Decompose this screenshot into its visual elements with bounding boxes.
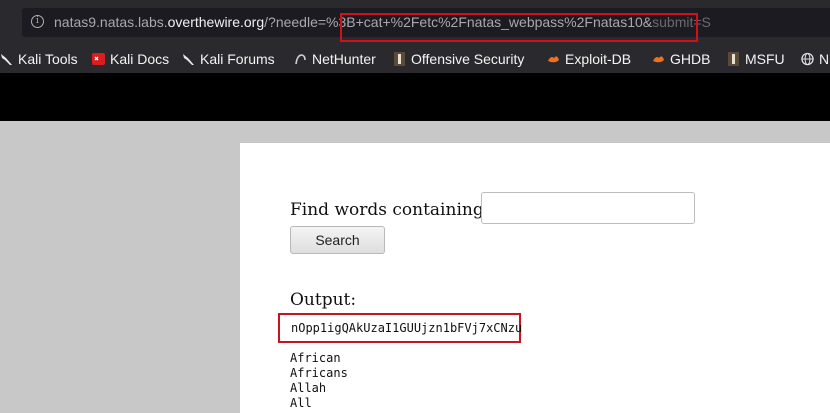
page-header-band: [0, 73, 830, 121]
bookmark-label: Offensive Security: [411, 51, 525, 67]
globe-icon: [801, 52, 814, 66]
bookmark-label: Kali Docs: [110, 51, 170, 67]
bookmark-label: MSFU: [745, 51, 785, 67]
output-word-list: African Africans Allah All: [290, 351, 348, 411]
bookmark-label: Exploit-DB: [565, 51, 632, 67]
bookmark-msfu[interactable]: MSFU: [727, 50, 785, 68]
bookmark-label: N: [819, 51, 830, 67]
kali-docs-icon: [92, 53, 105, 65]
bookmark-kali-docs[interactable]: Kali Docs: [92, 50, 169, 68]
bookmark-ghdb[interactable]: GHDB: [652, 50, 710, 68]
search-button[interactable]: Search: [290, 226, 385, 254]
url-host-prefix: natas9.natas.labs.: [54, 14, 168, 30]
bookmark-kali-forums[interactable]: Kali Forums: [182, 50, 275, 68]
exploitdb-icon: [548, 56, 559, 63]
bookmark-label: NetHunter: [312, 51, 376, 67]
list-item: Allah: [290, 381, 327, 395]
output-password: nOpp1igQAkUzaI1GUUjzn1bFVj7xCNzu: [291, 321, 523, 335]
msfu-icon: [728, 52, 739, 66]
list-item: African: [290, 351, 341, 365]
find-words-label: Find words containing:: [290, 200, 490, 220]
ghdb-icon: [653, 56, 664, 63]
bookmark-label: GHDB: [670, 51, 711, 67]
browser-toolbar: i natas9.natas.labs.overthewire.org/?nee…: [0, 0, 830, 43]
kali-dragon-icon: [1, 54, 12, 65]
output-label: Output:: [290, 290, 357, 310]
info-icon[interactable]: i: [31, 15, 44, 28]
list-item: Africans: [290, 366, 348, 380]
url-path: /?needle=: [264, 14, 327, 30]
offsec-icon: [394, 52, 405, 66]
bookmark-offensive-security[interactable]: Offensive Security: [393, 50, 524, 68]
needle-input[interactable]: [481, 192, 695, 224]
bookmark-label: Kali Forums: [200, 51, 275, 67]
bookmark-label: Kali Tools: [18, 51, 78, 67]
list-item: All: [290, 396, 312, 410]
bookmark-kali-tools[interactable]: Kali Tools: [0, 50, 78, 68]
nethunter-icon: [295, 54, 306, 65]
url-highlight-box: [340, 13, 698, 42]
kali-dragon-icon: [183, 54, 194, 65]
bookmark-next[interactable]: N: [801, 50, 829, 68]
bookmark-exploit-db[interactable]: Exploit-DB: [547, 50, 631, 68]
url-host-main: overthewire.org: [167, 14, 265, 30]
bookmark-nethunter[interactable]: NetHunter: [294, 50, 376, 68]
